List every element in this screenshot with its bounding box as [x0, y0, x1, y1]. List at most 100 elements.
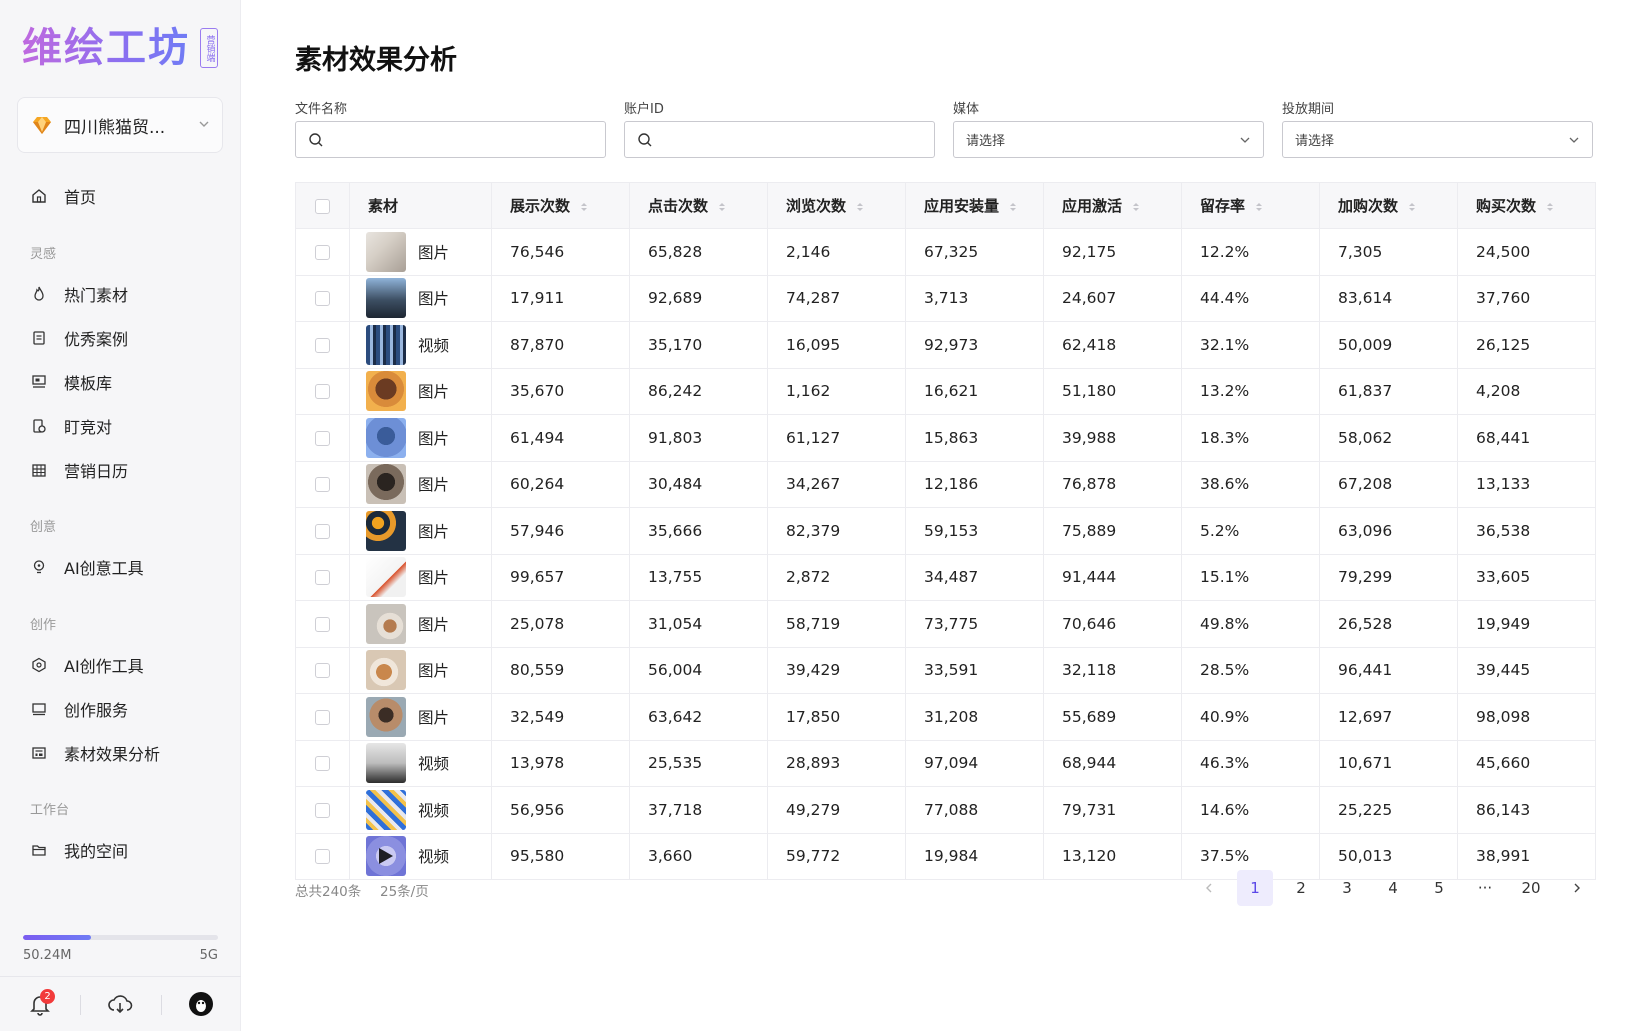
row-checkbox[interactable]	[315, 384, 330, 400]
sidebar-item-templates[interactable]: 模板库	[30, 368, 112, 396]
prev-page-button[interactable]	[1191, 870, 1227, 906]
page-button[interactable]: 5	[1421, 870, 1457, 906]
table-cell: 49.8%	[1181, 600, 1320, 648]
material-thumbnail[interactable]	[366, 324, 406, 365]
column-header-retention[interactable]: 留存率	[1181, 182, 1320, 229]
pagination: 总共240条 25条/页 1 2 3 4 5 ··· 20	[295, 870, 1595, 906]
material-thumbnail[interactable]	[366, 650, 406, 691]
page-button[interactable]: 4	[1375, 870, 1411, 906]
page-size-select[interactable]: 25条/页	[380, 880, 429, 900]
download-button[interactable]	[80, 977, 160, 1031]
material-thumbnail[interactable]	[366, 510, 406, 551]
table-row[interactable]: 图片 60,264 30,484 34,267 12,186 76,878 38.6% 67,…	[295, 460, 1596, 508]
table-row[interactable]: 图片 25,078 31,054 58,719 73,775 70,646 49.8% 26,…	[295, 600, 1596, 648]
row-checkbox[interactable]	[315, 849, 330, 865]
row-checkbox[interactable]	[315, 570, 330, 586]
filter-account-id: 账户ID	[624, 98, 935, 158]
page-button[interactable]: 2	[1283, 870, 1319, 906]
sidebar-item-home[interactable]: 首页	[30, 182, 96, 210]
row-checkbox[interactable]	[315, 802, 330, 818]
table-row[interactable]: 图片 17,911 92,689 74,287 3,713 24,607 44.4% 83,6…	[295, 274, 1596, 322]
sidebar-item-analysis[interactable]: 素材效果分析	[30, 739, 160, 767]
row-checkbox[interactable]	[315, 477, 330, 493]
material-thumbnail[interactable]	[366, 696, 406, 737]
material-cell: 视频	[349, 739, 492, 787]
material-thumbnail[interactable]	[366, 231, 406, 272]
row-checkbox[interactable]	[315, 244, 330, 260]
page-ellipsis[interactable]: ···	[1467, 870, 1503, 906]
table-row[interactable]: 图片 76,546 65,828 2,146 67,325 92,175 12.2% 7,30…	[295, 228, 1596, 276]
sidebar-item-hot[interactable]: 热门素材	[30, 280, 128, 308]
chevron-down-icon	[1240, 137, 1250, 143]
material-thumbnail[interactable]	[366, 371, 406, 412]
sidebar-item-ai-creation[interactable]: AI创作工具	[30, 651, 144, 679]
column-label: 素材	[368, 197, 399, 215]
sort-icon[interactable]	[1132, 201, 1140, 213]
table-row[interactable]: 图片 32,549 63,642 17,850 31,208 55,689 40.9% 12,…	[295, 693, 1596, 741]
table-cell: 39,988	[1043, 414, 1182, 462]
file-name-search-box[interactable]	[295, 121, 606, 158]
brand-logo[interactable]: 维绘工坊 营销端	[22, 24, 218, 72]
sidebar-item-ai-creative[interactable]: AI创意工具	[30, 553, 144, 581]
sidebar-item-myspace[interactable]: 我的空间	[30, 836, 128, 864]
sort-icon[interactable]	[1408, 201, 1416, 213]
material-thumbnail[interactable]	[366, 464, 406, 505]
table-row[interactable]: 图片 99,657 13,755 2,872 34,487 91,444 15.1% 79,2…	[295, 553, 1596, 601]
select-all-checkbox[interactable]	[315, 198, 330, 214]
sidebar-item-service[interactable]: 创作服务	[30, 695, 128, 723]
account-id-search-box[interactable]	[624, 121, 935, 158]
column-header-activations[interactable]: 应用激活	[1043, 182, 1182, 229]
storage-used: 50.24M	[23, 948, 72, 963]
material-thumbnail[interactable]	[366, 417, 406, 458]
row-checkbox[interactable]	[315, 663, 330, 679]
column-header-views[interactable]: 浏览次数	[767, 182, 906, 229]
column-header-add-to-cart[interactable]: 加购次数	[1319, 182, 1458, 229]
material-thumbnail[interactable]	[366, 789, 406, 830]
material-thumbnail[interactable]	[366, 557, 406, 598]
column-header-purchases[interactable]: 购买次数	[1457, 182, 1596, 229]
row-checkbox[interactable]	[315, 291, 330, 307]
sort-icon[interactable]	[580, 201, 588, 213]
table-row[interactable]: 视频 13,978 25,535 28,893 97,094 68,944 46.3% 10,…	[295, 739, 1596, 787]
page-button[interactable]: 1	[1237, 870, 1273, 906]
row-checkbox[interactable]	[315, 430, 330, 446]
sidebar-item-cases[interactable]: 优秀案例	[30, 324, 128, 352]
table-row[interactable]: 图片 57,946 35,666 82,379 59,153 75,889 5.2% 63,0…	[295, 507, 1596, 555]
column-header-installs[interactable]: 应用安装量	[905, 182, 1044, 229]
sort-icon[interactable]	[1546, 201, 1554, 213]
row-checkbox[interactable]	[315, 523, 330, 539]
column-header-clicks[interactable]: 点击次数	[629, 182, 768, 229]
account-id-input[interactable]	[661, 132, 922, 147]
table-row[interactable]: 图片 61,494 91,803 61,127 15,863 39,988 18.3% 58,…	[295, 414, 1596, 462]
column-header-impressions[interactable]: 展示次数	[491, 182, 630, 229]
row-checkbox[interactable]	[315, 756, 330, 772]
sidebar-item-competitor[interactable]: 盯竞对	[30, 412, 112, 440]
table-row[interactable]: 视频 87,870 35,170 16,095 92,973 62,418 32.1% 50,…	[295, 321, 1596, 369]
material-thumbnail[interactable]	[366, 743, 406, 784]
notification-button[interactable]: 2	[0, 977, 80, 1031]
row-checkbox[interactable]	[315, 337, 330, 353]
flame-icon	[30, 285, 48, 303]
row-checkbox[interactable]	[315, 616, 330, 632]
sort-icon[interactable]	[1255, 201, 1263, 213]
sort-icon[interactable]	[718, 201, 726, 213]
material-type: 视频	[418, 336, 450, 355]
table-row[interactable]: 图片 80,559 56,004 39,429 33,591 32,118 28.5% 96,…	[295, 646, 1596, 694]
material-thumbnail[interactable]	[366, 278, 406, 319]
media-select[interactable]: 请选择	[953, 121, 1264, 158]
table-row[interactable]: 图片 35,670 86,242 1,162 16,621 51,180 13.2% 61,8…	[295, 367, 1596, 415]
sort-icon[interactable]	[1009, 201, 1017, 213]
user-avatar-button[interactable]	[160, 977, 241, 1031]
material-thumbnail[interactable]	[366, 603, 406, 644]
page-button[interactable]: 20	[1513, 870, 1549, 906]
page-button[interactable]: 3	[1329, 870, 1365, 906]
material-cell: 图片	[349, 693, 492, 741]
table-row[interactable]: 视频 56,956 37,718 49,279 77,088 79,731 14.6% 25,…	[295, 786, 1596, 834]
row-checkbox[interactable]	[315, 709, 330, 725]
sort-icon[interactable]	[856, 201, 864, 213]
sidebar-item-calendar[interactable]: 营销日历	[30, 456, 128, 484]
next-page-button[interactable]	[1559, 870, 1595, 906]
period-select[interactable]: 请选择	[1282, 121, 1593, 158]
account-switcher[interactable]: 四川熊猫贸...	[17, 97, 223, 153]
file-name-input[interactable]	[332, 132, 593, 147]
